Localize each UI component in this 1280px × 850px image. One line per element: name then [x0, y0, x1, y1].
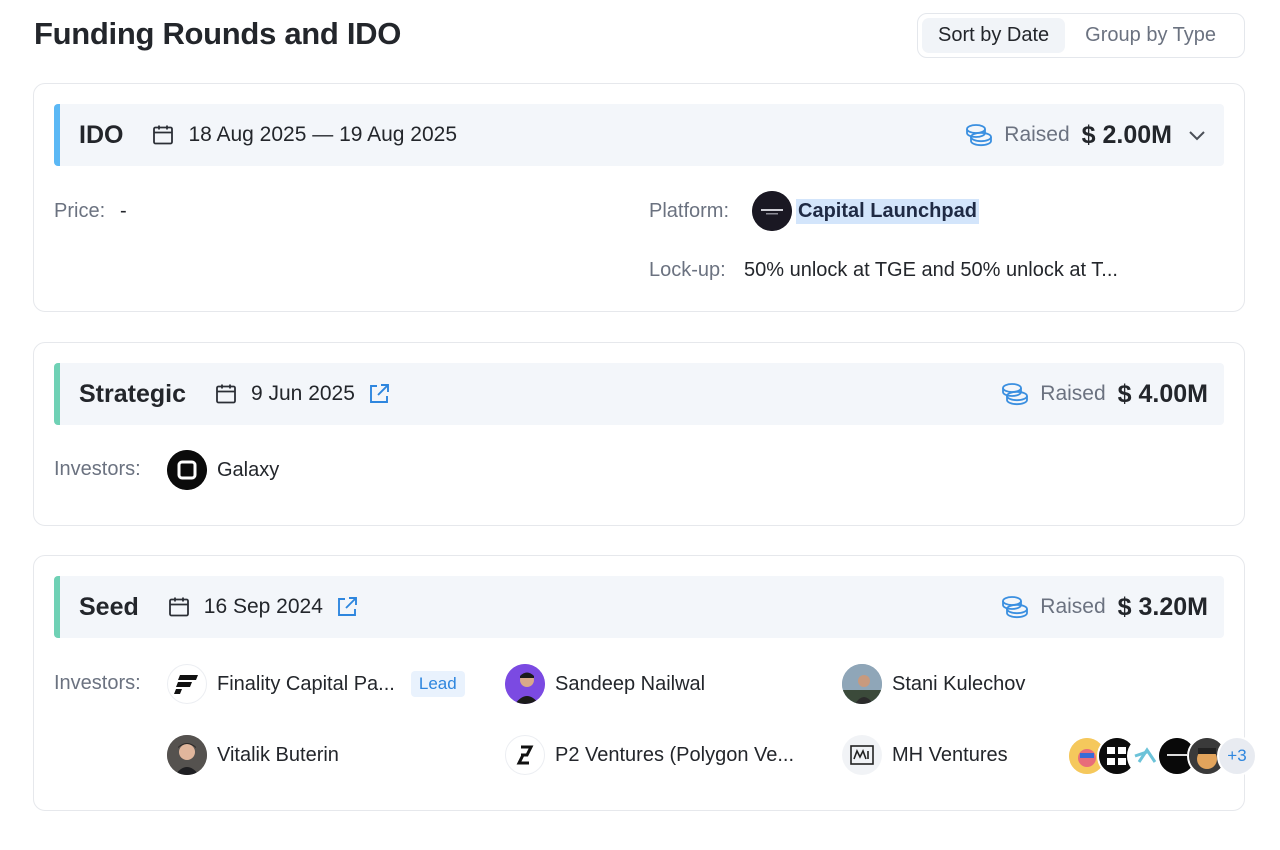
coins-icon: [1000, 381, 1030, 407]
mh-ventures-logo: [842, 735, 882, 775]
seed-header-bar: Seed 16 Sep 2024 Raised $ 3.20M: [54, 576, 1224, 638]
lead-badge: Lead: [410, 671, 465, 697]
investor-name: Stani Kulechov: [892, 672, 1026, 695]
round-name: Strategic: [79, 379, 186, 408]
investor-item[interactable]: Sandeep Nailwal: [505, 664, 705, 704]
page-title: Funding Rounds and IDO: [34, 16, 402, 51]
round-name: IDO: [79, 120, 124, 149]
investor-item[interactable]: MH Ventures: [842, 735, 1008, 775]
seed-card: Seed 16 Sep 2024 Raised $ 3.20M Investor…: [33, 555, 1257, 811]
price-label: Price:: [54, 200, 106, 222]
raised-amount: $ 2.00M: [1081, 120, 1172, 149]
ido-card: IDO 18 Aug 2025 — 19 Aug 2025 Raised $ 2…: [33, 83, 1245, 312]
lockup-label: Lock-up:: [649, 259, 726, 281]
raised-summary: Raised $ 2.00M: [964, 104, 1208, 166]
more-investors-count[interactable]: +3: [1217, 736, 1257, 776]
vitalik-buterin-avatar: [167, 735, 207, 775]
stani-kulechov-avatar: [842, 664, 882, 704]
ido-header-bar[interactable]: IDO 18 Aug 2025 — 19 Aug 2025 Raised $ 2…: [54, 104, 1224, 166]
external-link-icon[interactable]: [335, 595, 359, 619]
investors-label: Investors:: [54, 672, 141, 694]
raised-label: Raised: [1040, 382, 1106, 405]
price-value: -: [120, 200, 127, 222]
sort-by-date-button[interactable]: Sort by Date: [922, 18, 1066, 53]
raised-label: Raised: [1040, 595, 1106, 618]
external-link-icon[interactable]: [367, 382, 391, 406]
investors-label: Investors:: [54, 458, 141, 480]
investor-item[interactable]: P2 Ventures (Polygon Ve...: [505, 735, 794, 775]
raised-summary: Raised $ 4.00M: [1000, 363, 1208, 425]
sandeep-nailwal-avatar: [505, 664, 545, 704]
platform-label: Platform:: [649, 200, 730, 222]
chevron-down-icon[interactable]: [1186, 124, 1208, 146]
investor-name: Vitalik Buterin: [217, 743, 339, 766]
calendar-icon: [167, 595, 191, 619]
raised-amount: $ 4.00M: [1117, 379, 1208, 408]
coins-icon: [1000, 594, 1030, 620]
lockup-value: 50% unlock at TGE and 50% unlock at T...: [744, 259, 1118, 281]
coins-icon: [964, 122, 994, 148]
investor-item[interactable]: Finality Capital Pa... Lead: [167, 664, 465, 704]
galaxy-logo: [167, 450, 207, 490]
group-by-type-button[interactable]: Group by Type: [1069, 18, 1232, 53]
capital-launchpad-logo: [752, 191, 792, 231]
investor-name: Finality Capital Pa...: [217, 672, 395, 695]
platform-name[interactable]: Capital Launchpad: [796, 199, 979, 224]
round-date: 16 Sep 2024: [203, 595, 323, 618]
investor-name: Galaxy: [217, 458, 280, 481]
investor-name: MH Ventures: [892, 743, 1008, 766]
round-date: 18 Aug 2025 — 19 Aug 2025: [188, 123, 458, 146]
finality-capital-logo: [167, 664, 207, 704]
more-investors-stack[interactable]: +3: [1067, 736, 1257, 776]
strategic-header-bar: Strategic 9 Jun 2025 Raised $ 4.00M: [54, 363, 1224, 425]
p2-ventures-logo: [505, 735, 545, 775]
raised-summary: Raised $ 3.20M: [1000, 576, 1208, 638]
investor-name: Sandeep Nailwal: [555, 672, 706, 695]
raised-amount: $ 3.20M: [1117, 592, 1208, 621]
investor-item[interactable]: Stani Kulechov: [842, 664, 1025, 704]
investor-item[interactable]: Galaxy: [167, 450, 279, 490]
raised-label: Raised: [1004, 123, 1070, 146]
calendar-icon: [151, 123, 175, 147]
round-date: 9 Jun 2025: [250, 382, 355, 405]
sort-toggle: Sort by Date Group by Type: [917, 13, 1245, 58]
investor-name: P2 Ventures (Polygon Ve...: [555, 743, 795, 766]
strategic-card: Strategic 9 Jun 2025 Raised $ 4.00M Inve…: [33, 342, 1245, 526]
calendar-icon: [214, 382, 238, 406]
round-name: Seed: [79, 592, 139, 621]
investor-item[interactable]: Vitalik Buterin: [167, 735, 339, 775]
